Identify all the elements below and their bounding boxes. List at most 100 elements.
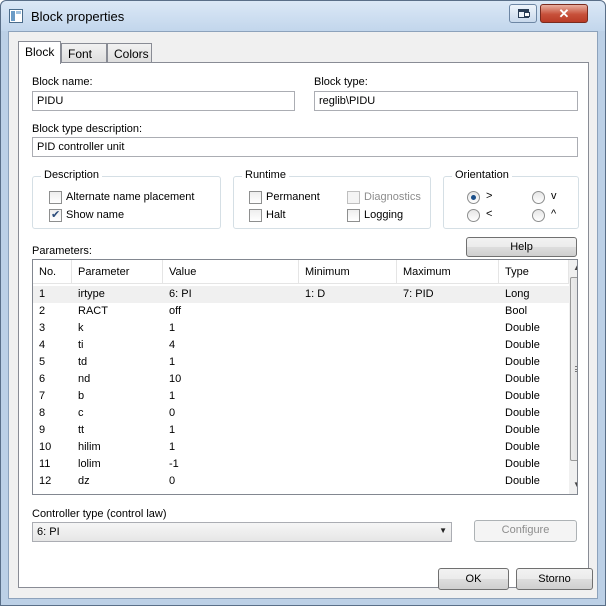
cell-type: Double: [505, 407, 540, 419]
table-row[interactable]: 9 tt 1 Double: [33, 422, 569, 439]
cell-no: 12: [39, 475, 52, 487]
block-type-description-field[interactable]: PID controller unit: [32, 137, 578, 157]
cell-no: 2: [39, 305, 46, 317]
scroll-down-icon[interactable]: ▼: [572, 480, 577, 490]
checkbox-box: [249, 209, 262, 222]
radio-label: <: [486, 208, 493, 220]
cell-value: off: [169, 305, 182, 317]
column-header-value[interactable]: Value: [163, 260, 299, 284]
orientation-right-radio[interactable]: >: [467, 190, 507, 205]
orientation-up-radio[interactable]: ^: [532, 208, 572, 223]
cell-parameter: irtype: [78, 288, 105, 300]
orientation-left-radio[interactable]: <: [467, 208, 507, 223]
table-scrollbar[interactable]: ▲ ▼: [569, 260, 577, 494]
controller-type-value: 6: PI: [37, 526, 60, 538]
dialog-client: Block Font Colors Block name: PIDU Block…: [8, 31, 598, 599]
column-header-parameter[interactable]: Parameter: [72, 260, 163, 284]
checkbox-box: [347, 191, 360, 204]
table-row[interactable]: 12 dz 0 Double: [33, 473, 569, 490]
cell-value: 6: PI: [169, 288, 192, 300]
orientation-down-radio[interactable]: v: [532, 190, 572, 205]
cell-no: 9: [39, 424, 46, 436]
table-row[interactable]: 2 RACT off Bool: [33, 303, 569, 320]
cell-type: Double: [505, 322, 540, 334]
cell-type: Double: [505, 424, 540, 436]
logging-checkbox[interactable]: Logging: [347, 209, 427, 223]
description-group: Description Alternate name placement Sho…: [32, 169, 221, 229]
dialog-window: Block properties ✕ Block Font Colors Blo…: [0, 0, 606, 606]
scroll-thumb[interactable]: [570, 277, 577, 461]
cancel-button[interactable]: Storno: [516, 568, 593, 590]
cell-no: 4: [39, 339, 46, 351]
checkbox-box: [347, 209, 360, 222]
checkbox-label: Show name: [66, 209, 125, 221]
halt-checkbox[interactable]: Halt: [249, 209, 329, 223]
configure-button[interactable]: Configure: [474, 520, 577, 542]
cell-value: 1: [169, 441, 176, 453]
window-title: Block properties: [31, 9, 125, 24]
restore-button[interactable]: [509, 4, 537, 23]
cell-no: 3: [39, 322, 46, 334]
table-row[interactable]: 6 nd 10 Double: [33, 371, 569, 388]
column-header-minimum[interactable]: Minimum: [299, 260, 397, 284]
table-row[interactable]: 4 ti 4 Double: [33, 337, 569, 354]
radio-dot: [532, 209, 545, 222]
cell-no: 7: [39, 390, 46, 402]
cell-value: 10: [169, 373, 182, 385]
column-header-maximum[interactable]: Maximum: [397, 260, 499, 284]
table-row[interactable]: 3 k 1 Double: [33, 320, 569, 337]
cell-type: Double: [505, 441, 540, 453]
scroll-up-icon[interactable]: ▲: [572, 263, 577, 273]
cell-no: 11: [39, 458, 51, 470]
block-name-label: Block name:: [32, 76, 93, 88]
cell-maximum: 7: PID: [403, 288, 434, 300]
ok-button[interactable]: OK: [438, 568, 509, 590]
title-bar[interactable]: Block properties ✕: [1, 1, 605, 31]
controller-type-select[interactable]: 6: PI ▼: [32, 522, 452, 542]
cell-type: Double: [505, 475, 540, 487]
table-row[interactable]: 10 hilim 1 Double: [33, 439, 569, 456]
table-row[interactable]: 8 c 0 Double: [33, 405, 569, 422]
checkbox-label: Alternate name placement: [66, 191, 195, 203]
cell-parameter: tt: [78, 424, 85, 436]
checkbox-box: [249, 191, 262, 204]
cell-value: 1: [169, 356, 176, 368]
radio-dot: [467, 191, 480, 204]
diagnostics-checkbox[interactable]: Diagnostics: [347, 191, 427, 205]
tab-font[interactable]: Font: [61, 43, 107, 63]
cell-type: Double: [505, 458, 540, 470]
table-row[interactable]: 5 td 1 Double: [33, 354, 569, 371]
show-name-checkbox[interactable]: Show name: [49, 208, 209, 223]
column-header-no[interactable]: No.: [33, 260, 72, 284]
cell-parameter: td: [78, 356, 88, 368]
cell-parameter: c: [78, 407, 84, 419]
block-name-field[interactable]: PIDU: [32, 91, 295, 111]
cell-parameter: nd: [78, 373, 91, 385]
cell-type: Double: [505, 373, 540, 385]
chevron-down-icon: ▼: [439, 526, 447, 535]
tab-colors[interactable]: Colors: [107, 43, 152, 63]
tab-block[interactable]: Block: [18, 41, 61, 64]
checkbox-label: Permanent: [266, 191, 320, 203]
tab-panel-block: Block name: PIDU Block type: reglib\PIDU…: [18, 62, 589, 588]
alternate-name-placement-checkbox[interactable]: Alternate name placement: [49, 191, 209, 205]
close-button[interactable]: ✕: [540, 4, 588, 23]
block-type-field[interactable]: reglib\PIDU: [314, 91, 578, 111]
cell-value: 1: [169, 390, 176, 402]
cell-parameter: RACT: [78, 305, 108, 317]
cell-type: Double: [505, 390, 540, 402]
cell-no: 5: [39, 356, 46, 368]
close-icon: ✕: [558, 6, 570, 21]
table-row[interactable]: 7 b 1 Double: [33, 388, 569, 405]
cell-no: 1: [39, 288, 46, 300]
permanent-checkbox[interactable]: Permanent: [249, 191, 329, 205]
parameters-table[interactable]: No. Parameter Value Minimum Maximum Type…: [32, 259, 578, 495]
controller-type-label: Controller type (control law): [32, 508, 167, 520]
help-button[interactable]: Help: [466, 237, 577, 257]
column-header-type[interactable]: Type: [499, 260, 569, 284]
cell-parameter: lolim: [78, 458, 101, 470]
checkbox-label: Halt: [266, 209, 286, 221]
table-row[interactable]: 1 irtype 6: PI 1: D 7: PID Long: [33, 286, 569, 303]
table-row[interactable]: 11 lolim -1 Double: [33, 456, 569, 473]
table-body: 1 irtype 6: PI 1: D 7: PID Long 2 RACT off Bool 3 k…: [33, 286, 569, 490]
